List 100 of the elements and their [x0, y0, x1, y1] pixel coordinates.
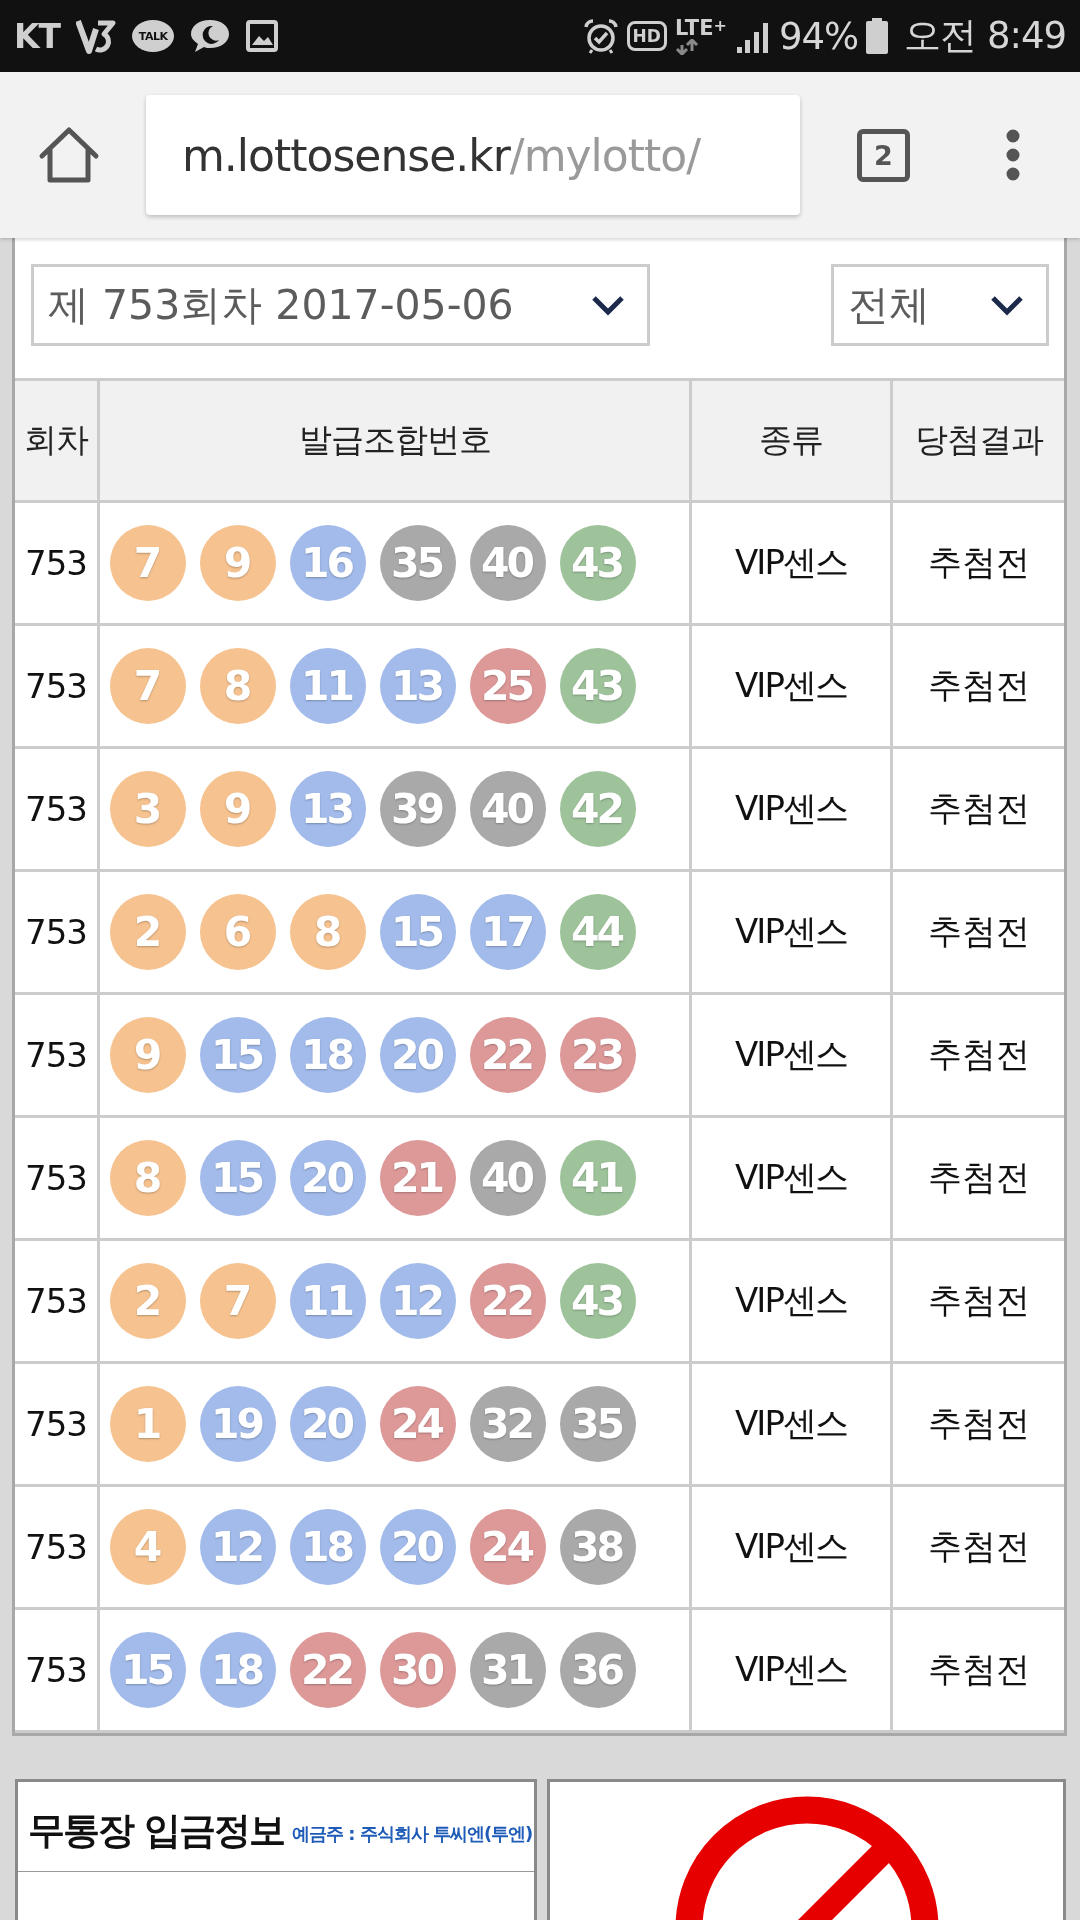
number-ball: 24	[470, 1509, 546, 1585]
number-ball: 43	[560, 1263, 636, 1339]
number-ball: 18	[290, 1509, 366, 1585]
round-cell: 753	[15, 1487, 100, 1610]
number-ball: 8	[200, 648, 276, 724]
type-cell: VIP센스	[692, 503, 893, 626]
deposit-info-title: 무통장 입금정보	[28, 1807, 284, 1854]
type-cell: VIP센스	[692, 749, 893, 872]
number-ball: 6	[200, 894, 276, 970]
type-cell: VIP센스	[692, 1364, 893, 1487]
home-icon[interactable]	[38, 126, 100, 184]
number-ball: 22	[470, 1263, 546, 1339]
number-ball: 15	[200, 1017, 276, 1093]
number-ball: 22	[290, 1632, 366, 1708]
number-ball: 2	[110, 1263, 186, 1339]
menu-icon[interactable]	[1006, 129, 1020, 181]
number-ball: 43	[560, 525, 636, 601]
chevron-down-icon	[990, 294, 1024, 316]
result-cell: 추첨전	[893, 1487, 1064, 1610]
number-ball: 17	[470, 894, 546, 970]
number-ball: 40	[470, 1140, 546, 1216]
number-ball: 32	[470, 1386, 546, 1462]
chat-bubble-icon	[190, 18, 231, 54]
network-type: LTE$^{+}$	[674, 17, 727, 39]
number-ball: 16	[290, 525, 366, 601]
type-cell: VIP센스	[692, 626, 893, 749]
number-ball: 40	[470, 525, 546, 601]
v-logo-icon	[76, 17, 117, 55]
number-ball: 30	[380, 1632, 456, 1708]
tab-count-button[interactable]: 2	[857, 128, 910, 182]
result-cell: 추첨전	[893, 626, 1064, 749]
number-ball: 41	[560, 1140, 636, 1216]
number-ball: 22	[470, 1017, 546, 1093]
column-header: 당첨결과	[893, 381, 1064, 503]
clock: 오전 8:49	[904, 13, 1066, 59]
number-ball: 15	[200, 1140, 276, 1216]
round-cell: 753	[15, 1610, 100, 1733]
round-cell: 753	[15, 626, 100, 749]
number-ball: 1	[110, 1386, 186, 1462]
column-header: 발급조합번호	[100, 381, 692, 503]
number-ball: 8	[290, 894, 366, 970]
round-cell: 753	[15, 503, 100, 626]
number-ball: 39	[380, 771, 456, 847]
type-cell: VIP센스	[692, 995, 893, 1118]
round-cell: 753	[15, 749, 100, 872]
battery-percent: 94%	[778, 14, 859, 58]
round-cell: 753	[15, 1241, 100, 1364]
number-ball: 43	[560, 648, 636, 724]
number-ball: 7	[110, 648, 186, 724]
round-select[interactable]: 제 753회차 2017-05-06	[31, 264, 650, 346]
carrier-name: KT	[14, 16, 61, 56]
number-ball: 7	[200, 1263, 276, 1339]
type-cell: VIP센스	[692, 1487, 893, 1610]
round-cell: 753	[15, 995, 100, 1118]
url-field[interactable]: m.lottosense.kr/mylotto/	[146, 95, 800, 215]
number-ball: 24	[380, 1386, 456, 1462]
number-ball: 35	[380, 525, 456, 601]
number-ball: 20	[380, 1017, 456, 1093]
number-ball: 12	[380, 1263, 456, 1339]
type-cell: VIP센스	[692, 1118, 893, 1241]
battery-icon	[866, 18, 889, 54]
number-ball: 3	[110, 771, 186, 847]
number-ball: 9	[200, 771, 276, 847]
result-cell: 추첨전	[893, 1118, 1064, 1241]
number-ball: 21	[380, 1140, 456, 1216]
number-ball: 18	[290, 1017, 366, 1093]
number-ball: 36	[560, 1632, 636, 1708]
number-ball: 2	[110, 894, 186, 970]
column-header: 종류	[692, 381, 893, 503]
data-arrows-icon	[674, 38, 699, 55]
number-ball: 20	[290, 1386, 366, 1462]
number-ball: 13	[380, 648, 456, 724]
account-holder: 예금주 : 주식회사 투씨엔(투엔)	[291, 1821, 533, 1846]
number-ball: 40	[470, 771, 546, 847]
number-ball: 23	[560, 1017, 636, 1093]
result-cell: 추첨전	[893, 995, 1064, 1118]
round-cell: 753	[15, 1118, 100, 1241]
result-cell: 추첨전	[893, 1364, 1064, 1487]
type-cell: VIP센스	[692, 1241, 893, 1364]
number-ball: 44	[560, 894, 636, 970]
number-ball: 13	[290, 771, 366, 847]
talk-bubble: TALK	[132, 20, 175, 52]
number-ball: 9	[110, 1017, 186, 1093]
number-ball: 18	[200, 1632, 276, 1708]
type-cell: VIP센스	[692, 1610, 893, 1733]
number-ball: 7	[110, 525, 186, 601]
result-cell: 추첨전	[893, 872, 1064, 995]
type-cell: VIP센스	[692, 872, 893, 995]
type-select[interactable]: 전체	[831, 264, 1049, 346]
number-ball: 15	[380, 894, 456, 970]
round-cell: 753	[15, 872, 100, 995]
result-cell: 추첨전	[893, 503, 1064, 626]
column-header: 회차	[15, 381, 100, 503]
result-cell: 추첨전	[893, 1241, 1064, 1364]
number-ball: 20	[380, 1509, 456, 1585]
chevron-down-icon	[591, 294, 625, 316]
number-ball: 4	[110, 1509, 186, 1585]
number-ball: 9	[200, 525, 276, 601]
number-ball: 35	[560, 1386, 636, 1462]
number-ball: 11	[290, 1263, 366, 1339]
